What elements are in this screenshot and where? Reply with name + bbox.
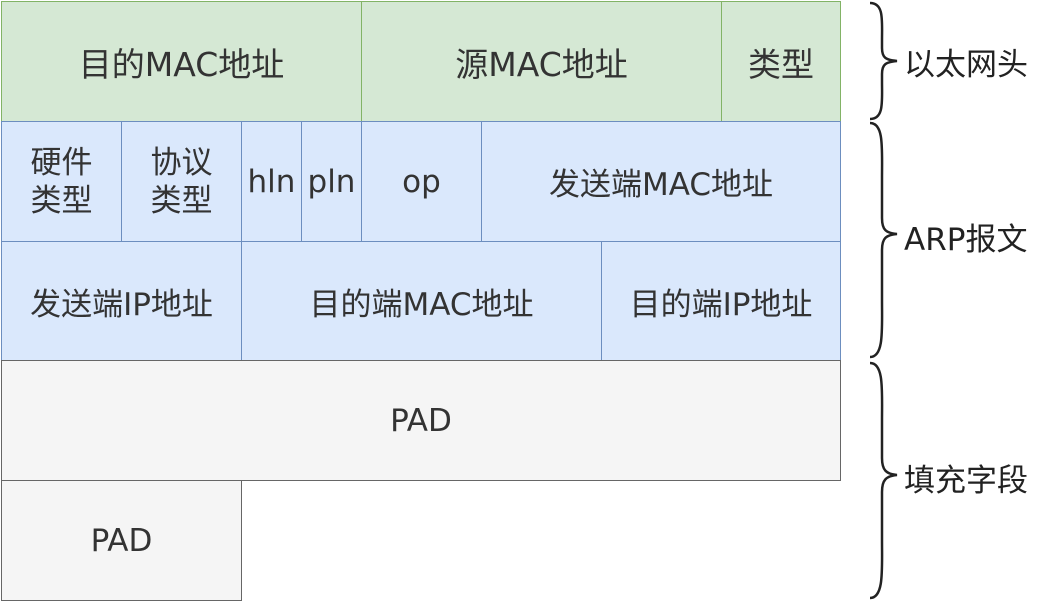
- label-ethernet-header: 以太网头: [904, 47, 1028, 83]
- brace-arp: [869, 121, 898, 359]
- brace-padding: [869, 361, 898, 600]
- label-arp-packet: ARP报文: [904, 222, 1028, 258]
- brace-ethernet: [869, 1, 898, 121]
- braces-layer: [869, 1, 898, 600]
- label-padding: 填充字段: [904, 463, 1028, 499]
